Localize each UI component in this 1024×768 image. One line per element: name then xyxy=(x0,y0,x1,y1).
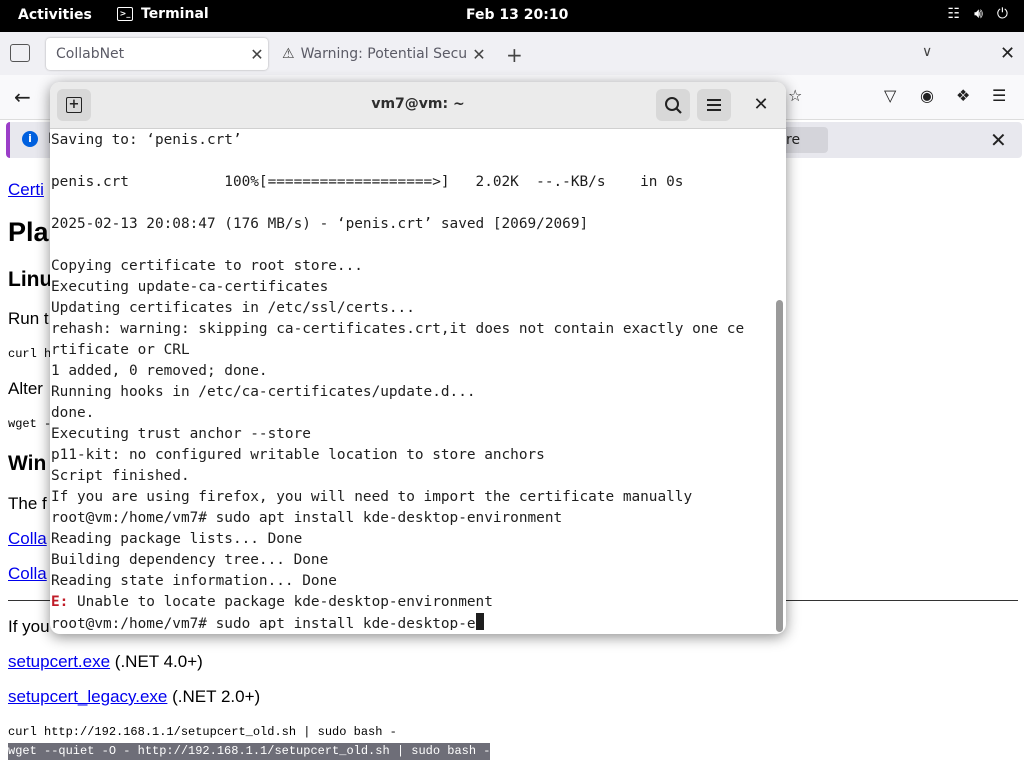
back-arrow-icon[interactable]: ← xyxy=(14,85,31,109)
terminal-line: Running hooks in /etc/ca-certificates/up… xyxy=(51,384,476,400)
terminal-window[interactable]: + vm7@vm: ~ ✕ Saving to: ‘penis.crt’ pen… xyxy=(50,82,786,634)
search-button[interactable] xyxy=(656,89,690,121)
terminal-prompt-line[interactable]: root@vm:/home/vm7# sudo apt install kde-… xyxy=(51,613,771,630)
terminal-line: 1 added, 0 removed; done. xyxy=(51,363,268,379)
close-icon[interactable]: ✕ xyxy=(468,45,490,64)
terminal-icon: >_ xyxy=(117,7,133,21)
search-icon xyxy=(665,97,682,114)
info-icon: i xyxy=(22,131,38,147)
chevron-down-icon[interactable]: ∨ xyxy=(922,44,932,60)
text-cursor xyxy=(475,613,484,630)
notification-button[interactable]: re xyxy=(780,127,828,153)
terminal-line: Updating certificates in /etc/ssl/certs.… xyxy=(51,300,415,316)
app-menu[interactable]: >_ Terminal xyxy=(117,6,209,22)
terminal-line: Saving to: ‘penis.crt’ xyxy=(51,132,242,148)
setupcert-note: (.NET 4.0+) xyxy=(114,652,203,671)
new-tab-icon[interactable]: + xyxy=(506,43,523,67)
error-prefix: E: xyxy=(51,594,69,610)
terminal-line: rtificate or CRL xyxy=(51,342,190,358)
tab-title: Warning: Potential Securi xyxy=(300,46,468,62)
curl-command: curl http://192.168.1.1/setupcert_old.sh… xyxy=(8,725,397,739)
terminal-line: done. xyxy=(51,405,95,421)
scrollbar-thumb[interactable] xyxy=(776,300,783,632)
terminal-line: Reading state information... Done xyxy=(51,573,337,589)
menu-hamburger-icon[interactable]: ☰ xyxy=(992,86,1006,105)
wget-command-partial: wget - xyxy=(8,417,52,431)
run-text: Run t xyxy=(8,309,49,328)
terminal-line: Script finished. xyxy=(51,468,190,484)
terminal-line: Reading package lists... Done xyxy=(51,531,303,547)
window-close-icon[interactable]: ✕ xyxy=(1000,43,1015,64)
windows-heading: Win xyxy=(8,452,47,475)
terminal-line: Building dependency tree... Done xyxy=(51,552,329,568)
clock[interactable]: Feb 13 20:10 xyxy=(466,7,568,23)
activities-button[interactable]: Activities xyxy=(18,7,92,23)
network-icon: ☷ xyxy=(947,6,961,22)
terminal-line: root@vm:/home/vm7# sudo apt install kde-… xyxy=(51,510,563,526)
setupcert-legacy-link[interactable]: setupcert_legacy.exe xyxy=(8,687,167,706)
app-menu-label: Terminal xyxy=(141,6,209,22)
page-title: Pla xyxy=(8,217,49,247)
bookmark-star-icon[interactable]: ☆ xyxy=(788,86,802,105)
collabnet-link-2[interactable]: Colla xyxy=(8,564,47,584)
close-icon: ✕ xyxy=(753,94,769,115)
terminal-error-line: E: Unable to locate package kde-desktop-… xyxy=(51,592,771,613)
setupcert-legacy-row: setupcert_legacy.exe (.NET 2.0+) xyxy=(8,687,260,707)
terminal-line: If you are using firefox, you will need … xyxy=(51,489,693,505)
setupcert-row: setupcert.exe (.NET 4.0+) xyxy=(8,652,203,672)
terminal-line: p11-kit: no configured writable location… xyxy=(51,447,545,463)
if-you-text: If you xyxy=(8,617,50,636)
tab-title: CollabNet xyxy=(56,46,125,62)
terminal-output[interactable]: Saving to: ‘penis.crt’ penis.crt 100%[==… xyxy=(51,130,771,630)
extensions-icon[interactable]: ❖ xyxy=(956,86,970,105)
volume-icon: 🔊︎ xyxy=(974,6,983,22)
terminal-line: penis.crt 100%[===================>] 2.0… xyxy=(51,174,684,190)
cert-link[interactable]: Certi xyxy=(8,180,44,200)
terminal-line: Executing update-ca-certificates xyxy=(51,279,329,295)
menu-hamburger-icon xyxy=(707,99,721,111)
close-icon[interactable]: ✕ xyxy=(990,128,1007,152)
terminal-header-bar[interactable]: + vm7@vm: ~ ✕ xyxy=(50,82,786,129)
collabnet-link-1[interactable]: Colla xyxy=(8,529,47,549)
tab-list-icon[interactable] xyxy=(10,44,30,62)
pocket-icon[interactable]: ▽ xyxy=(884,86,896,105)
menu-button[interactable] xyxy=(697,89,731,121)
alternative-text: Alter xyxy=(8,379,43,398)
prompt-input[interactable]: root@vm:/home/vm7# sudo apt install kde-… xyxy=(51,616,476,630)
close-icon[interactable]: ✕ xyxy=(246,45,268,64)
system-tray[interactable]: ☷ 🔊︎ ⏻ xyxy=(948,6,1008,22)
terminal-line: 2025-02-13 20:08:47 (176 MB/s) - ‘penis.… xyxy=(51,216,589,232)
tab-warning[interactable]: ⚠ Warning: Potential Securi ✕ xyxy=(274,38,490,70)
terminal-line: Executing trust anchor --store xyxy=(51,426,311,442)
warning-icon: ⚠ xyxy=(282,46,295,62)
terminal-line: Copying certificate to root store... xyxy=(51,258,363,274)
curl-command-partial: curl h xyxy=(8,347,52,361)
system-top-bar: Activities >_ Terminal Feb 13 20:10 ☷ 🔊︎… xyxy=(0,0,1024,32)
linux-heading: Linu xyxy=(8,268,53,291)
tab-collabnet[interactable]: CollabNet ✕ xyxy=(46,38,268,70)
power-icon: ⏻ xyxy=(996,6,1008,22)
close-button[interactable]: ✕ xyxy=(744,89,778,121)
setupcert-legacy-note: (.NET 2.0+) xyxy=(172,687,261,706)
wget-command: wget --quiet -O - http://192.168.1.1/set… xyxy=(8,744,491,758)
setupcert-link[interactable]: setupcert.exe xyxy=(8,652,110,671)
terminal-line: rehash: warning: skipping ca-certificate… xyxy=(51,321,745,337)
account-icon[interactable]: ◉ xyxy=(920,86,934,105)
windows-text: The f xyxy=(8,494,47,513)
error-text: Unable to locate package kde-desktop-env… xyxy=(68,594,493,610)
